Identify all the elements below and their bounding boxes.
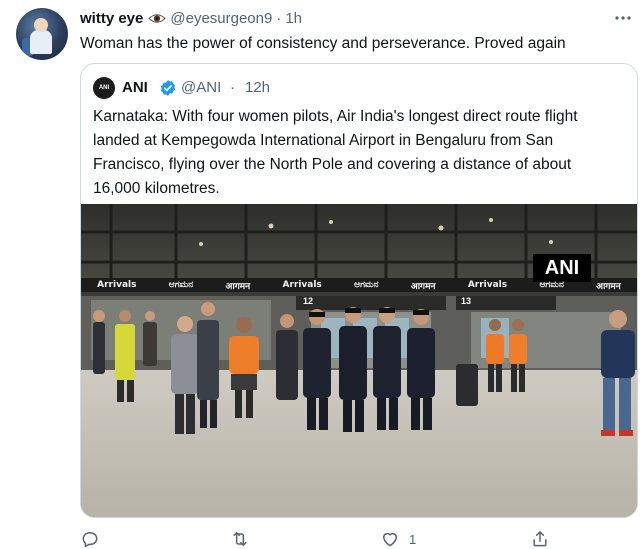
arrivals-sign: ಆಗಮನ	[168, 280, 194, 290]
quoted-separator: ·	[230, 79, 235, 96]
quoted-avatar[interactable]: ANI	[93, 77, 115, 99]
airport-arrivals-photo	[81, 204, 637, 517]
gate-number-left: 12	[303, 296, 314, 306]
user-avatar[interactable]	[16, 8, 68, 60]
tweet-timestamp[interactable]: 1h	[285, 10, 302, 27]
reply-icon	[82, 532, 98, 548]
gate-number-right: 13	[461, 296, 472, 306]
quoted-text: Karnataka: With four women pilots, Air I…	[93, 105, 629, 201]
share-button[interactable]	[530, 529, 559, 549]
retweet-button[interactable]	[230, 529, 259, 549]
arrivals-sign: आगमन	[225, 281, 251, 292]
tweet-text: Woman has the power of consistency and p…	[80, 35, 566, 52]
quoted-photo[interactable]: ANI Arrivals ಆಗಮನ आगमन Arrivals ಆಗಮನ आगम…	[81, 204, 637, 517]
verified-badge-icon	[160, 80, 176, 96]
eye-emoji-icon	[148, 14, 167, 23]
retweet-icon	[233, 532, 247, 546]
arrivals-sign: आगमन	[410, 281, 436, 292]
avatar-figure-head	[34, 18, 48, 32]
avatar-figure-body	[30, 30, 52, 54]
share-icon	[533, 531, 547, 547]
arrivals-sign: Arrivals	[97, 280, 137, 290]
like-button[interactable]: 1	[380, 529, 416, 549]
tweet-card[interactable]: witty eye @eyesurgeon9 · 1h Woman has the …	[0, 0, 642, 548]
heart-icon	[383, 532, 397, 547]
quoted-tweet[interactable]: ANI ANI @ANI · 12h Karnataka: With four …	[80, 63, 638, 518]
arrivals-sign: ಆಗಮನ	[354, 280, 379, 290]
reply-button[interactable]	[80, 529, 109, 549]
quoted-text-line: Francisco, flying over the North Pole an…	[93, 156, 572, 173]
quoted-text-line: landed at Kempegowda International Airpo…	[93, 132, 554, 149]
quoted-timestamp[interactable]: 12h	[245, 77, 270, 99]
quoted-text-line: Karnataka: With four women pilots, Air I…	[93, 108, 578, 125]
arrivals-sign: Arrivals	[467, 280, 508, 290]
tweet-header: witty eye @eyesurgeon9 · 1h	[80, 9, 302, 29]
quoted-handle[interactable]: @ANI	[181, 77, 221, 99]
arrivals-sign: आगमन	[596, 281, 621, 292]
like-count: 1	[409, 531, 417, 547]
separator-dot: ·	[276, 10, 282, 27]
more-icon[interactable]	[614, 9, 632, 32]
quoted-text-line: 16,000 kilometres.	[93, 180, 220, 197]
tweet-actions: 1	[80, 529, 640, 549]
arrivals-sign-bar: Arrivals ಆಗಮನ आगमन Arrivals ಆಗಮನ आगमन Ar…	[81, 278, 637, 292]
user-handle[interactable]: @eyesurgeon9	[170, 10, 272, 27]
quoted-display-name[interactable]: ANI	[122, 77, 148, 99]
arrivals-sign: ಆಗಮನ	[539, 280, 564, 290]
display-name[interactable]: witty eye	[80, 10, 143, 27]
arrivals-sign: Arrivals	[282, 280, 322, 290]
ellipsis-icon	[615, 16, 631, 20]
